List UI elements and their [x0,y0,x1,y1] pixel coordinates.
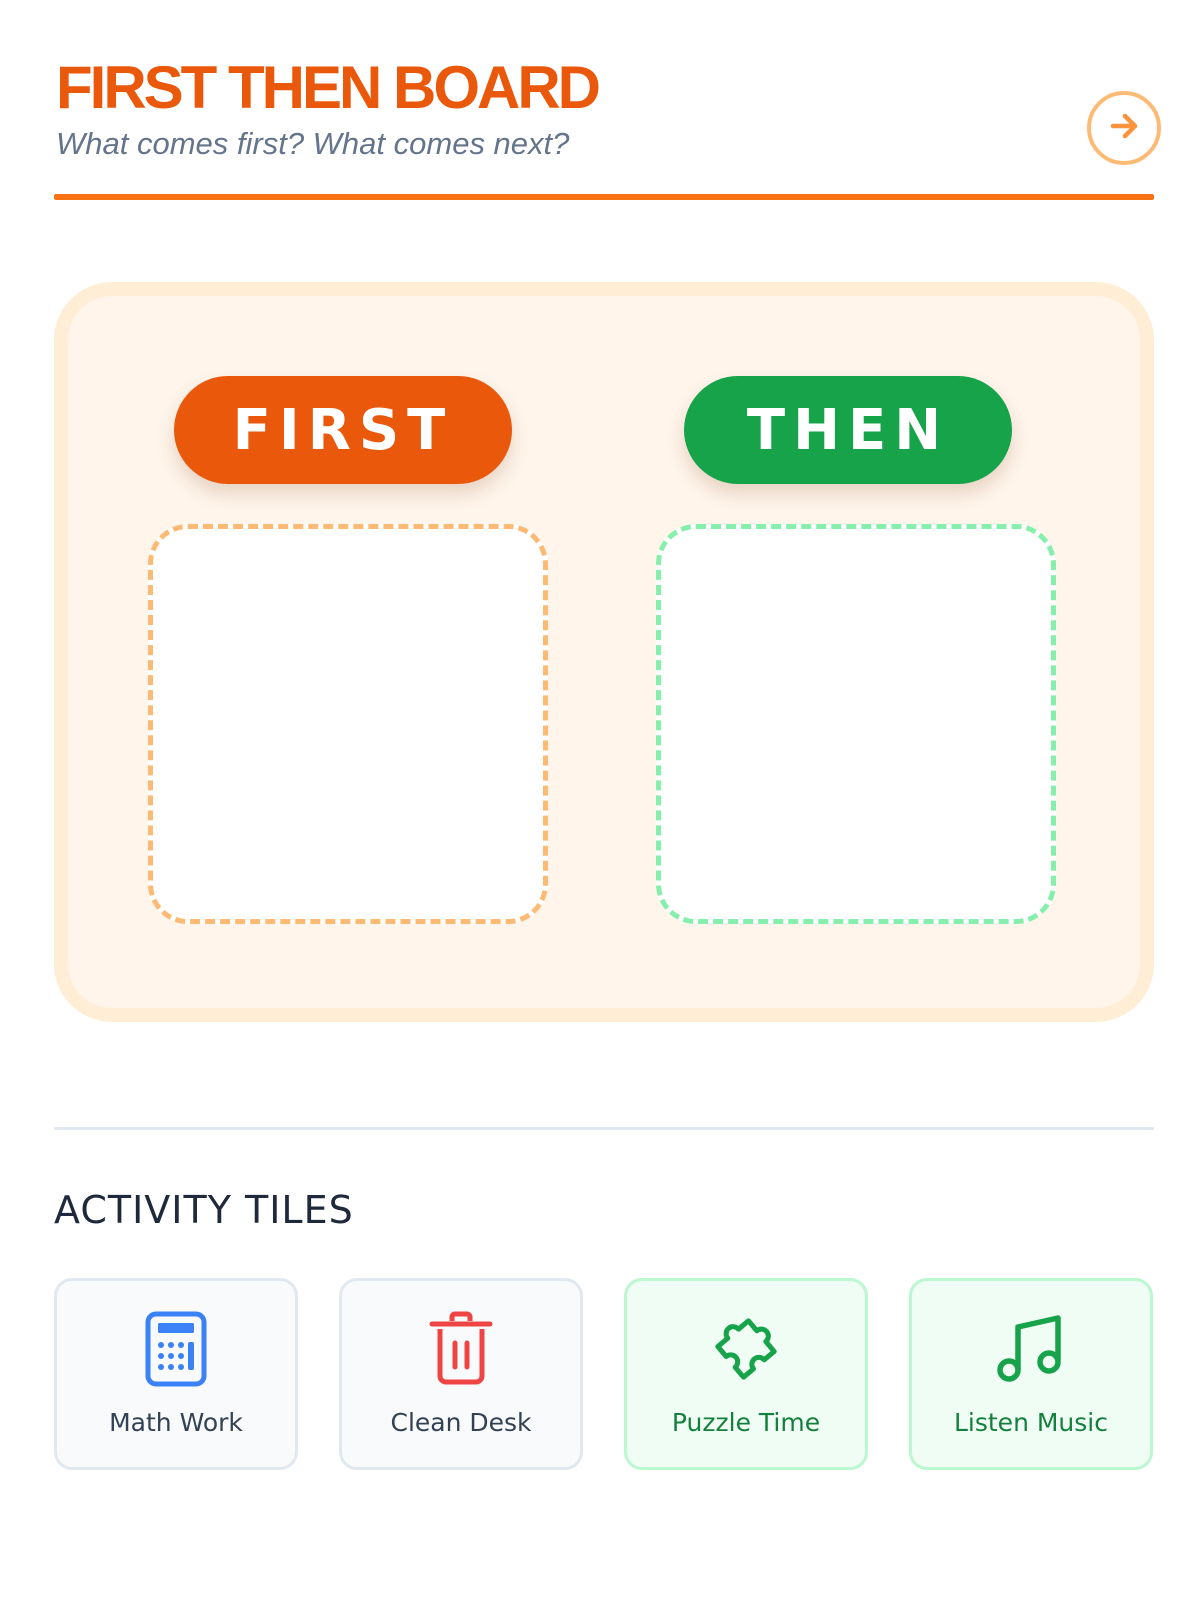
tile-label: Listen Music [953,1408,1108,1437]
activity-tile-puzzle-time[interactable]: Puzzle Time [624,1278,868,1470]
header: FIRST THEN BOARD What comes first? What … [54,52,1161,202]
then-dropzone[interactable] [656,524,1056,924]
activity-tiles: Math Work Clean Desk Puzzle Time Listen … [54,1278,1154,1470]
first-label-pill: FIRST [174,376,512,484]
section-divider [54,1127,1154,1130]
first-column: FIRST [148,296,548,1008]
page-subtitle: What comes first? What comes next? [56,126,570,161]
first-dropzone[interactable] [148,524,548,924]
arrow-right-circle-icon [1102,104,1146,153]
header-divider [54,194,1154,200]
activity-tile-math-work[interactable]: Math Work [54,1278,298,1470]
tile-label: Math Work [109,1408,243,1437]
puzzle-icon [706,1309,786,1389]
first-then-board-page: FIRST THEN BOARD What comes first? What … [0,0,1200,1600]
tile-label: Clean Desk [390,1408,532,1437]
calculator-icon [136,1309,216,1389]
music-note-icon [991,1309,1071,1389]
activity-tiles-heading: ACTIVITY TILES [54,1188,354,1232]
trash-icon [421,1309,501,1389]
next-button[interactable] [1087,91,1161,165]
first-then-board: FIRST THEN [54,282,1154,1022]
page-title: FIRST THEN BOARD [56,54,601,121]
tile-label: Puzzle Time [671,1408,821,1437]
then-label-pill: THEN [684,376,1012,484]
activity-tile-clean-desk[interactable]: Clean Desk [339,1278,583,1470]
activity-tile-listen-music[interactable]: Listen Music [909,1278,1153,1470]
then-column: THEN [656,296,1056,1008]
